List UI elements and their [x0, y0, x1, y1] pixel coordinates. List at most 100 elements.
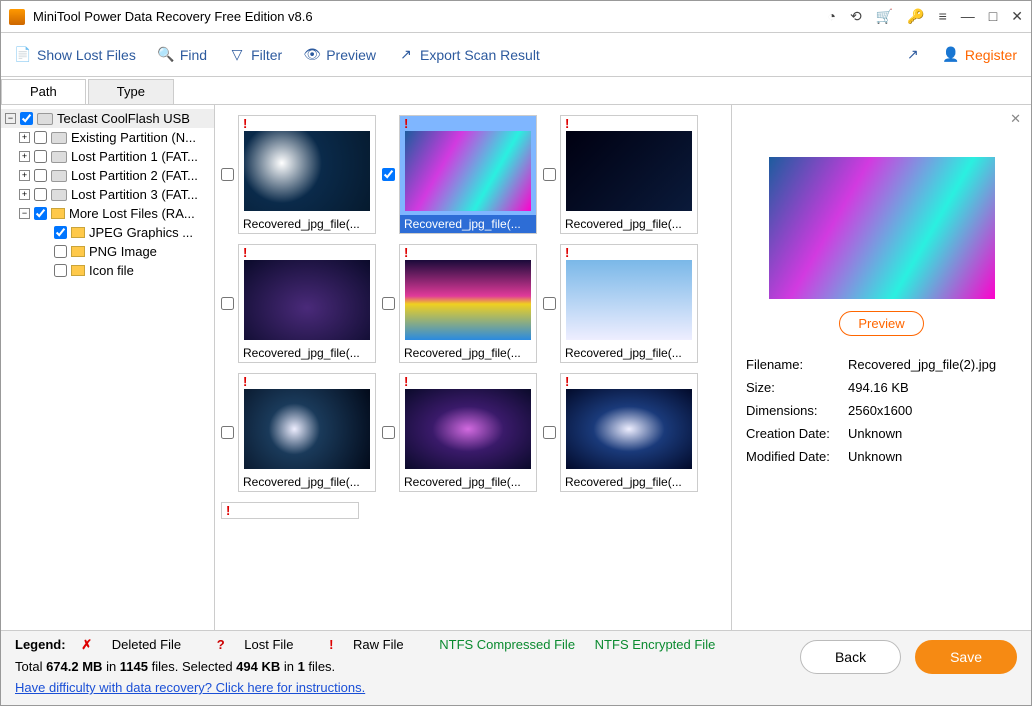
file-checkbox[interactable]	[221, 426, 234, 439]
file-cell[interactable]: !Recovered_jpg_file(...	[382, 373, 537, 492]
expand-icon[interactable]: +	[19, 189, 30, 200]
show-lost-files-button[interactable]: 📄Show Lost Files	[15, 47, 136, 63]
file-cell[interactable]: !Recovered_jpg_file(...	[221, 115, 376, 234]
tree-checkbox[interactable]	[34, 150, 47, 163]
file-checkbox[interactable]	[221, 168, 234, 181]
drive-icon	[37, 113, 53, 125]
expand-icon[interactable]: +	[19, 151, 30, 162]
file-grid[interactable]: ! Recovered_jpg_file(...! Recovered_jpg_fi…	[215, 105, 731, 630]
minimize-button[interactable]: —	[961, 8, 975, 25]
tree-checkbox[interactable]	[34, 207, 47, 220]
expand-icon[interactable]: +	[19, 132, 30, 143]
folder-icon	[71, 246, 85, 257]
file-thumb[interactable]: !Recovered_jpg_file(...	[560, 244, 698, 363]
tree-checkbox[interactable]	[54, 226, 67, 239]
file-checkbox[interactable]	[382, 426, 395, 439]
tree-checkbox[interactable]	[34, 169, 47, 182]
raw-mark-icon: !	[239, 374, 375, 389]
filter-button[interactable]: ▽Filter	[229, 47, 282, 63]
value-size: 494.16 KB	[848, 377, 1002, 398]
raw-mark-icon: !	[222, 503, 358, 518]
user-icon: 👤	[943, 47, 959, 63]
collapse-icon[interactable]: −	[19, 208, 30, 219]
register-button[interactable]: 👤Register	[943, 47, 1017, 63]
preview-button[interactable]: 👁Preview	[304, 47, 376, 63]
tree-checkbox[interactable]	[20, 112, 33, 125]
file-thumb[interactable]: !	[221, 502, 359, 519]
maximize-button[interactable]: □	[989, 8, 997, 25]
tree-root[interactable]: −Teclast CoolFlash USB	[1, 109, 214, 128]
cart-icon[interactable]: 🛒	[876, 8, 893, 25]
tree-more[interactable]: −More Lost Files (RA...	[1, 204, 214, 223]
file-checkbox[interactable]	[543, 426, 556, 439]
file-name: Recovered_jpg_file(...	[400, 215, 536, 233]
tree-checkbox[interactable]	[34, 131, 47, 144]
collapse-icon[interactable]: −	[5, 113, 16, 124]
tree-lost3[interactable]: +Lost Partition 3 (FAT...	[1, 185, 214, 204]
file-checkbox[interactable]	[543, 297, 556, 310]
file-name: Recovered_jpg_file(...	[239, 344, 375, 362]
tree-icon[interactable]: Icon file	[1, 261, 214, 280]
window-title: MiniTool Power Data Recovery Free Editio…	[33, 9, 828, 24]
file-checkbox[interactable]	[382, 168, 395, 181]
key-icon[interactable]: 🔑	[907, 8, 924, 25]
share-icon[interactable]: ↗	[905, 47, 921, 63]
file-cell[interactable]: ! Recovered_jpg_file(...	[382, 115, 537, 234]
tree-lost2[interactable]: +Lost Partition 2 (FAT...	[1, 166, 214, 185]
help-link[interactable]: Have difficulty with data recovery? Clic…	[15, 680, 365, 695]
tree-png[interactable]: PNG Image	[1, 242, 214, 261]
tree-jpeg[interactable]: JPEG Graphics ...	[1, 223, 214, 242]
thumbnail-image	[566, 389, 692, 469]
file-cell[interactable]: !Recovered_jpg_file(...	[221, 373, 376, 492]
thumbnail-image	[405, 389, 531, 469]
expand-icon[interactable]: +	[19, 170, 30, 181]
file-name: Recovered_jpg_file(...	[561, 473, 697, 491]
preview-open-button[interactable]: Preview	[839, 311, 923, 336]
file-thumb[interactable]: !Recovered_jpg_file(...	[238, 373, 376, 492]
file-checkbox[interactable]	[543, 168, 556, 181]
tree-checkbox[interactable]	[54, 264, 67, 277]
close-button[interactable]: ✕	[1011, 8, 1023, 25]
file-cell[interactable]: !Recovered_jpg_file(...	[221, 244, 376, 363]
file-cell[interactable]: !Recovered_jpg_file(...	[382, 244, 537, 363]
folder-tree: −Teclast CoolFlash USB +Existing Partiti…	[1, 105, 215, 630]
save-button[interactable]: Save	[915, 640, 1017, 674]
tree-checkbox[interactable]	[54, 245, 67, 258]
file-thumb[interactable]: ! Recovered_jpg_file(...	[399, 115, 537, 234]
find-button[interactable]: 🔍Find	[158, 47, 207, 63]
file-checkbox[interactable]	[221, 297, 234, 310]
file-name: Recovered_jpg_file(...	[561, 215, 697, 233]
file-cell[interactable]: !Recovered_jpg_file(...	[543, 244, 698, 363]
search-icon: 🔍	[158, 47, 174, 63]
titlebar-icon-2[interactable]: ⟲	[850, 8, 862, 25]
file-cell[interactable]: ! Recovered_jpg_file(...	[543, 373, 698, 492]
tree-lost1[interactable]: +Lost Partition 1 (FAT...	[1, 147, 214, 166]
file-checkbox[interactable]	[382, 297, 395, 310]
thumbnail-image	[405, 260, 531, 340]
file-thumb[interactable]: !Recovered_jpg_file(...	[560, 115, 698, 234]
tabs: Path Type	[1, 77, 1031, 105]
tree-checkbox[interactable]	[34, 188, 47, 201]
tree-existing[interactable]: +Existing Partition (N...	[1, 128, 214, 147]
raw-mark-icon: !	[400, 116, 536, 131]
tab-path[interactable]: Path	[1, 79, 86, 104]
drive-icon	[51, 132, 67, 144]
folder-icon	[71, 227, 85, 238]
close-preview-icon[interactable]: ✕	[1010, 111, 1021, 127]
value-filename: Recovered_jpg_file(2).jpg	[848, 354, 1002, 375]
file-thumb[interactable]: !Recovered_jpg_file(...	[399, 373, 537, 492]
back-button[interactable]: Back	[800, 640, 901, 674]
menu-icon[interactable]: ≡	[939, 8, 947, 25]
export-button[interactable]: ↗Export Scan Result	[398, 47, 540, 63]
folder-icon	[51, 208, 65, 219]
file-thumb[interactable]: ! Recovered_jpg_file(...	[560, 373, 698, 492]
file-thumb[interactable]: !Recovered_jpg_file(...	[238, 115, 376, 234]
raw-mark-icon: !	[561, 374, 697, 389]
file-cell[interactable]: !Recovered_jpg_file(...	[543, 115, 698, 234]
raw-mark-icon: !	[400, 245, 536, 260]
titlebar-icon-1[interactable]: ◔	[828, 8, 836, 25]
tab-type[interactable]: Type	[88, 79, 174, 104]
thumbnail-image	[244, 389, 370, 469]
file-thumb[interactable]: !Recovered_jpg_file(...	[399, 244, 537, 363]
file-thumb[interactable]: !Recovered_jpg_file(...	[238, 244, 376, 363]
